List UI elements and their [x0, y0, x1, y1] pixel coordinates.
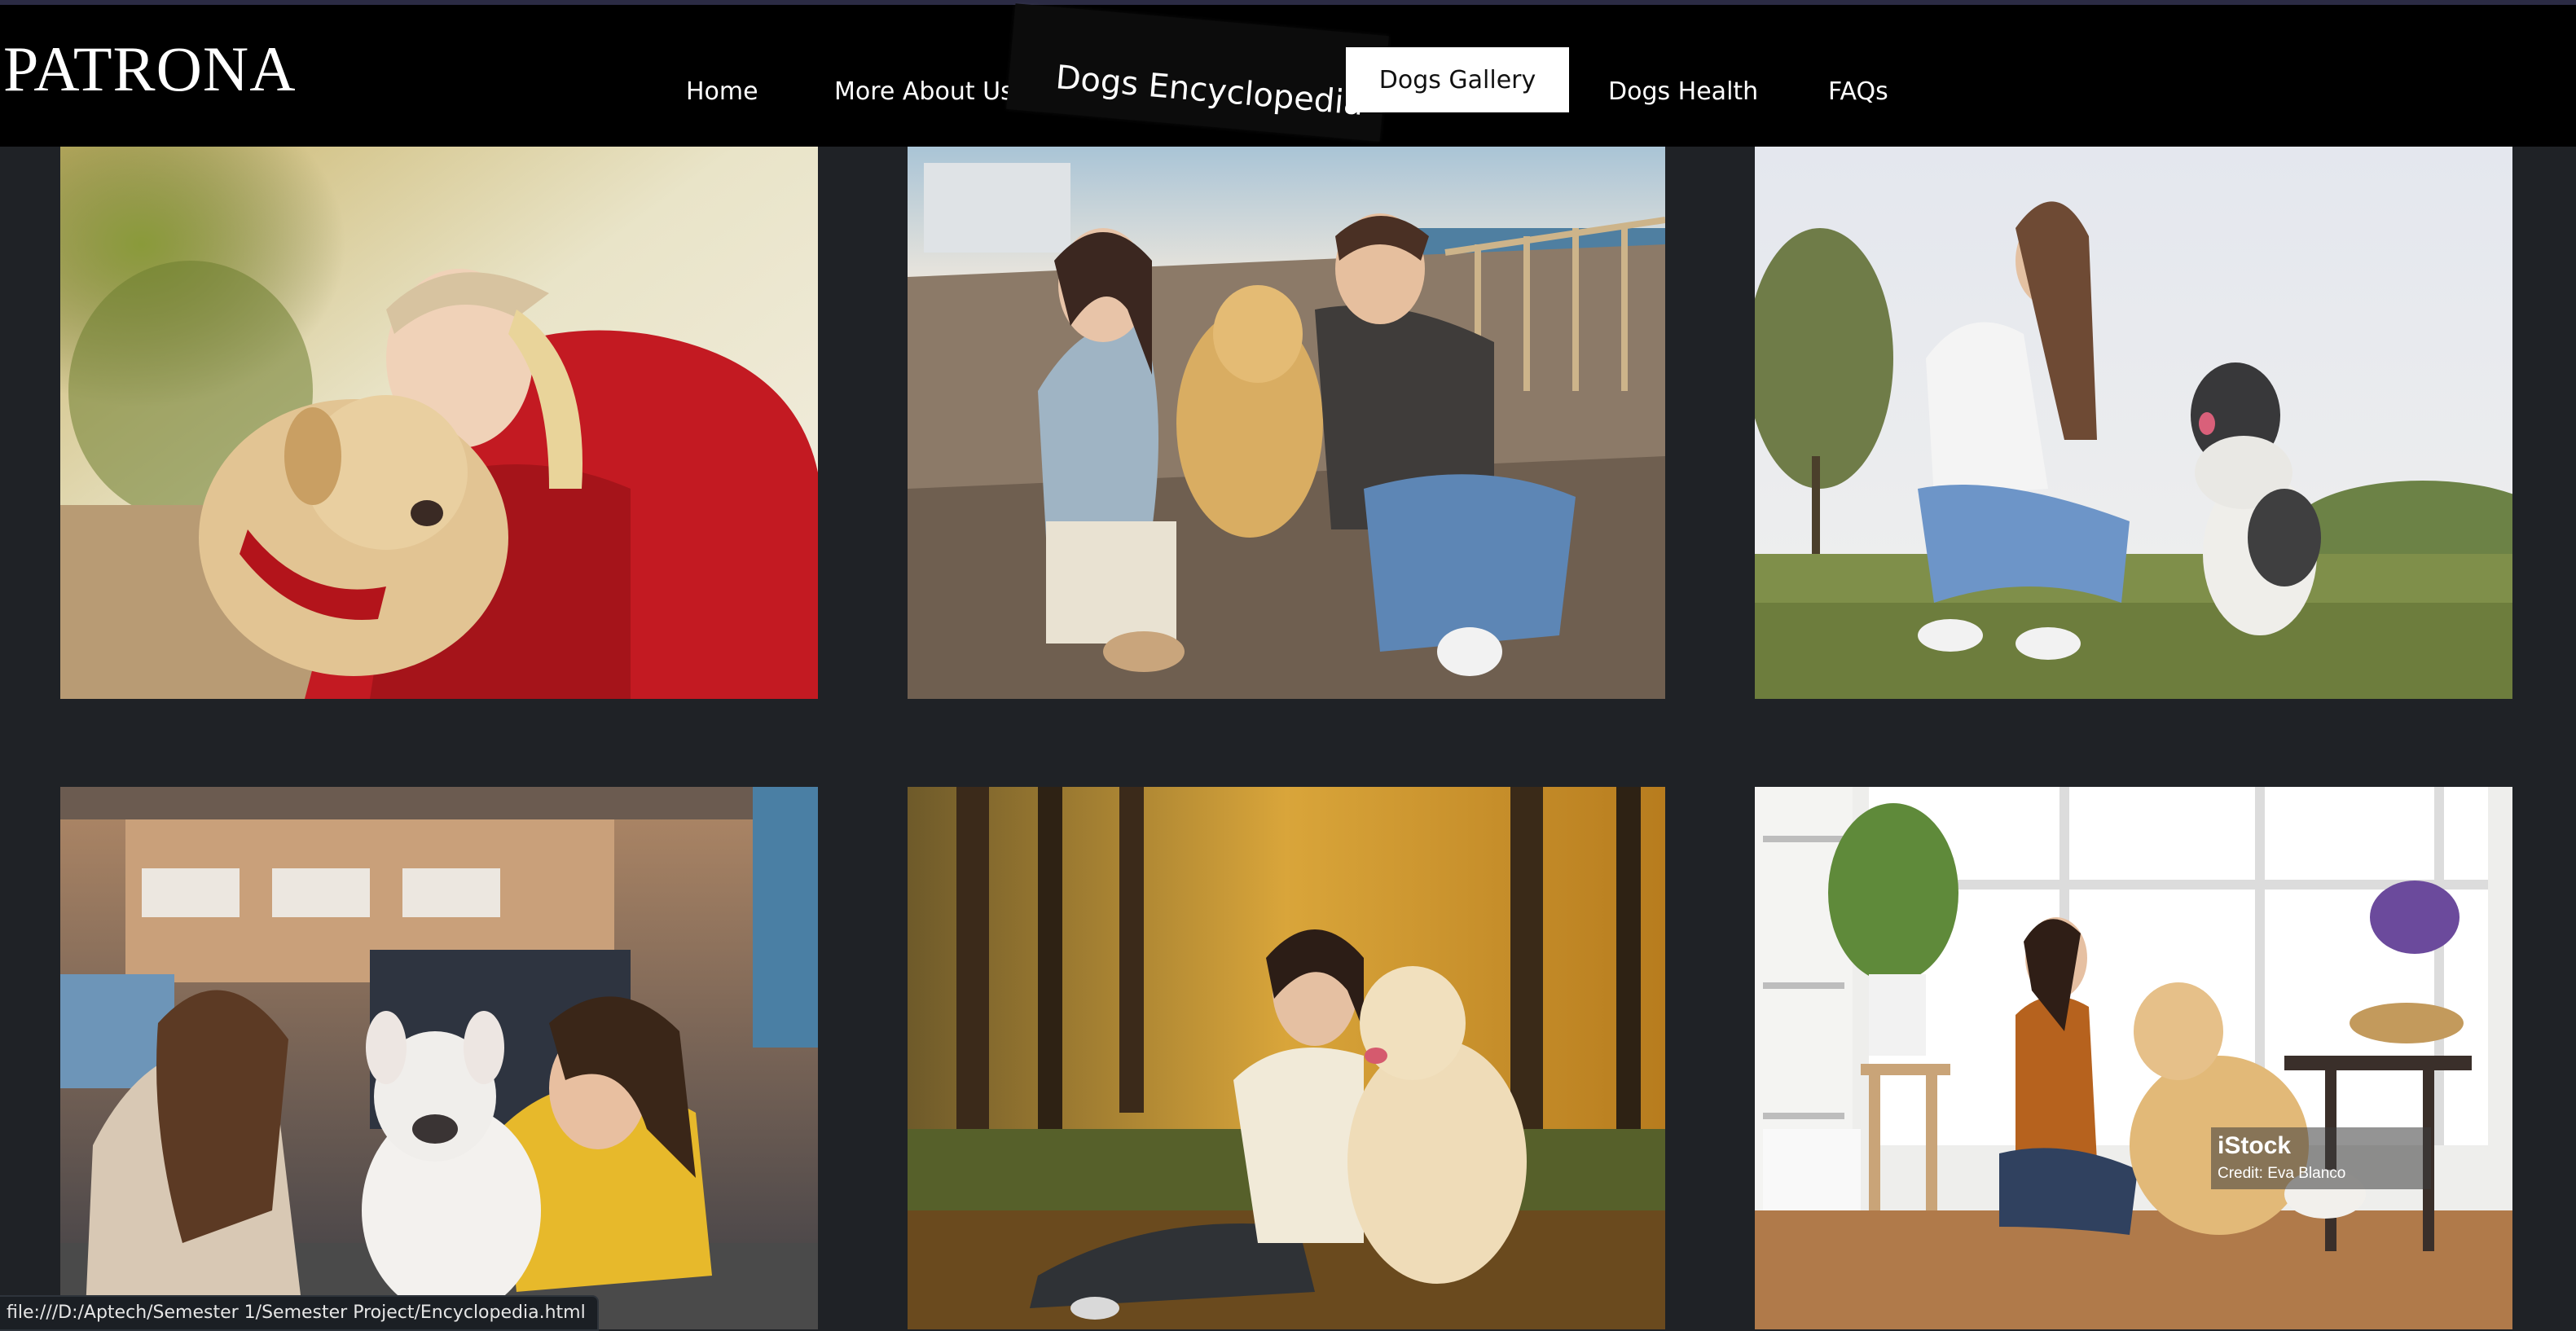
watermark-logo: iStock — [2218, 1132, 2292, 1159]
gallery-photo-2[interactable] — [908, 147, 1665, 699]
nav-link-faqs[interactable]: FAQs — [1828, 80, 1888, 104]
photo-woman-high-five-golden-retriever-home — [1755, 787, 2512, 1329]
nav-link-dogs-health[interactable]: Dogs Health — [1608, 80, 1758, 104]
photo-woman-golden-retriever-autumn — [908, 787, 1665, 1329]
istock-watermark: iStock Credit: Eva Blanco — [2211, 1127, 2431, 1189]
photo-woman-training-dog-park — [1755, 147, 2512, 699]
nav-link-more-about-us[interactable]: More About Us — [834, 80, 1013, 104]
browser-status-bar-url: file:///D:/Aptech/Semester 1/Semester Pr… — [0, 1295, 599, 1331]
gallery-photo-5[interactable] — [908, 787, 1665, 1329]
watermark-credit: Credit: Eva Blanco — [2218, 1165, 2346, 1182]
top-navbar: PATRONA Home More About Us Dogs Encyclop… — [0, 3, 2576, 147]
gallery-photo-6[interactable] — [1755, 787, 2512, 1329]
brand-logo[interactable]: PATRONA — [3, 37, 297, 101]
gallery-photo-1[interactable] — [60, 147, 818, 699]
photo-couple-golden-retriever-boardwalk — [908, 147, 1665, 699]
nav-link-dogs-gallery-active[interactable]: Dogs Gallery — [1346, 47, 1569, 112]
nav-link-home[interactable]: Home — [686, 80, 758, 104]
gallery-photo-4[interactable] — [60, 787, 818, 1329]
photo-two-girls-french-bulldog — [60, 787, 818, 1329]
photo-woman-red-sweater-labrador — [60, 147, 818, 699]
gallery-photo-3[interactable] — [1755, 147, 2512, 699]
